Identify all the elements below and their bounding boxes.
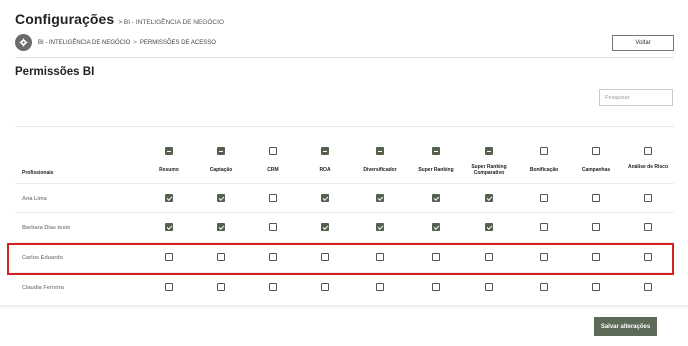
- permission-checkbox[interactable]: [540, 194, 548, 202]
- row-divider: [15, 212, 674, 213]
- permission-checkbox[interactable]: [165, 283, 173, 291]
- select-all-checkbox[interactable]: [592, 147, 600, 155]
- row-divider: [15, 183, 674, 184]
- permission-checkbox[interactable]: [165, 194, 173, 202]
- permission-checkbox[interactable]: [321, 283, 329, 291]
- select-all-checkbox[interactable]: [321, 147, 329, 155]
- column-header: Resumo: [159, 167, 179, 173]
- permission-checkbox[interactable]: [376, 223, 384, 231]
- header-divider: [15, 57, 674, 58]
- save-button[interactable]: Salvar alterações: [594, 317, 657, 336]
- column-header: Captação: [209, 167, 233, 173]
- permission-checkbox[interactable]: [432, 194, 440, 202]
- permission-checkbox[interactable]: [432, 223, 440, 231]
- permission-checkbox[interactable]: [269, 283, 277, 291]
- column-header: Super Ranking: [418, 167, 454, 173]
- select-all-checkbox[interactable]: [540, 147, 548, 155]
- breadcrumb-item-permissoes: PERMISSÕES DE ACESSO: [139, 39, 216, 46]
- select-all-checkbox[interactable]: [432, 147, 440, 155]
- column-header: Bonificação: [529, 167, 559, 173]
- column-header: Super Ranking Comparativo: [471, 164, 507, 176]
- column-header: ROA: [319, 167, 331, 173]
- permission-checkbox[interactable]: [485, 283, 493, 291]
- section-title: Permissões BI: [15, 66, 95, 78]
- select-all-checkbox[interactable]: [376, 147, 384, 155]
- page-header: Configurações > BI - INTELIGÊNCIA DE NEG…: [15, 11, 224, 27]
- permission-checkbox[interactable]: [217, 223, 225, 231]
- select-all-checkbox[interactable]: [217, 147, 225, 155]
- select-all-checkbox[interactable]: [269, 147, 277, 155]
- select-all-checkbox[interactable]: [644, 147, 652, 155]
- professional-name: Barbara Dias teste: [22, 225, 71, 231]
- permission-checkbox[interactable]: [432, 283, 440, 291]
- row-highlight-box: [7, 243, 674, 275]
- permission-checkbox[interactable]: [269, 194, 277, 202]
- permission-checkbox[interactable]: [217, 283, 225, 291]
- professionals-column-header: Profissionais: [22, 170, 54, 176]
- permission-checkbox[interactable]: [485, 223, 493, 231]
- permission-checkbox[interactable]: [592, 223, 600, 231]
- permission-checkbox[interactable]: [644, 283, 652, 291]
- permission-checkbox[interactable]: [165, 223, 173, 231]
- permission-checkbox[interactable]: [540, 223, 548, 231]
- search-input[interactable]: [599, 89, 673, 106]
- page-subtitle: > BI - INTELIGÊNCIA DE NEGÓCIO: [118, 19, 224, 26]
- permission-checkbox[interactable]: [644, 223, 652, 231]
- breadcrumb-item-bi[interactable]: BI - INTELIGÊNCIA DE NEGÓCIO: [38, 40, 130, 46]
- column-header: CRM: [267, 167, 279, 173]
- gear-icon: [15, 34, 32, 51]
- permission-checkbox[interactable]: [321, 194, 329, 202]
- select-all-checkbox[interactable]: [165, 147, 173, 155]
- permission-checkbox[interactable]: [540, 283, 548, 291]
- table-top-divider: [15, 126, 674, 127]
- permission-checkbox[interactable]: [592, 194, 600, 202]
- permission-checkbox[interactable]: [376, 283, 384, 291]
- permission-checkbox[interactable]: [376, 194, 384, 202]
- breadcrumb: BI - INTELIGÊNCIA DE NEGÓCIO > PERMISSÕE…: [15, 34, 216, 51]
- permission-checkbox[interactable]: [485, 194, 493, 202]
- column-header: Diversificador: [363, 167, 397, 173]
- select-all-checkbox[interactable]: [485, 147, 493, 155]
- permission-checkbox[interactable]: [269, 223, 277, 231]
- permission-checkbox[interactable]: [592, 283, 600, 291]
- professional-name: Ana Lima: [22, 196, 47, 202]
- breadcrumb-separator: >: [133, 39, 137, 46]
- footer-divider: [0, 305, 688, 309]
- permission-checkbox[interactable]: [321, 223, 329, 231]
- column-header: Campanhas: [581, 167, 611, 173]
- page-title: Configurações: [15, 11, 115, 27]
- back-button[interactable]: Voltar: [612, 35, 674, 51]
- column-header: Análise de Risco: [627, 164, 668, 170]
- permission-checkbox[interactable]: [217, 194, 225, 202]
- permission-checkbox[interactable]: [644, 194, 652, 202]
- professional-name: Claudia Ferreira: [22, 285, 64, 291]
